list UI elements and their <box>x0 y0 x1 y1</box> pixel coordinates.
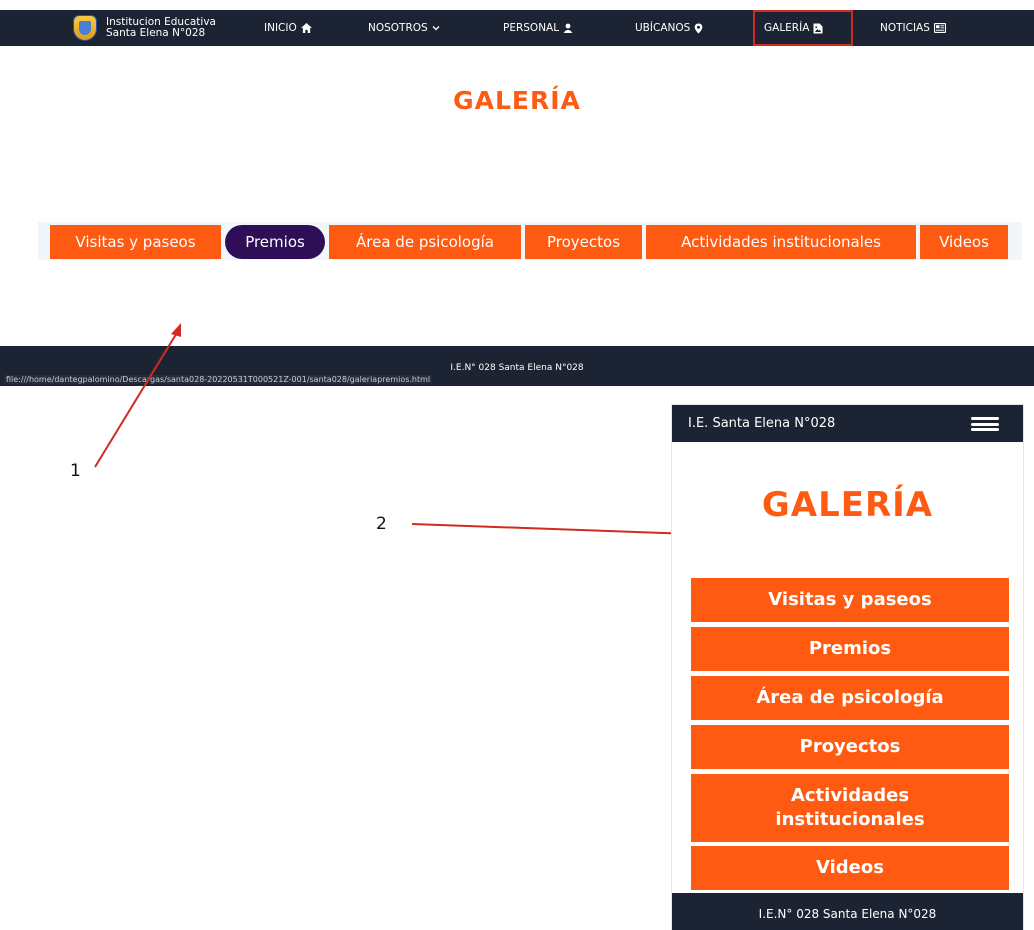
mobile-btn-proyectos[interactable]: Proyectos <box>691 725 1009 769</box>
mobile-btn-actividades-institucionales[interactable]: Actividades institucionales <box>691 774 1009 842</box>
annotation-label-1: 1 <box>70 461 81 481</box>
mobile-footer-text: I.E.N° 028 Santa Elena N°028 <box>758 907 937 921</box>
mobile-footer: I.E.N° 028 Santa Elena N°028 <box>672 893 1023 930</box>
mobile-brand[interactable]: I.E. Santa Elena N°028 <box>688 416 835 431</box>
mobile-view: I.E. Santa Elena N°028 GALERÍA Visitas y… <box>672 405 1023 930</box>
mobile-btn-videos[interactable]: Videos <box>691 846 1009 890</box>
mobile-btn-premios[interactable]: Premios <box>691 627 1009 671</box>
arrow-1-head <box>171 323 181 337</box>
hamburger-icon[interactable] <box>971 417 999 431</box>
mobile-btn-visitas-y-paseos[interactable]: Visitas y paseos <box>691 578 1009 622</box>
annotation-label-2: 2 <box>376 514 387 534</box>
arrow-1 <box>94 330 179 468</box>
mobile-btn-area-de-psicologia[interactable]: Área de psicología <box>691 676 1009 720</box>
mobile-navbar: I.E. Santa Elena N°028 <box>672 405 1023 442</box>
arrow-2 <box>411 523 693 535</box>
mobile-page-title: GALERÍA <box>761 485 934 525</box>
